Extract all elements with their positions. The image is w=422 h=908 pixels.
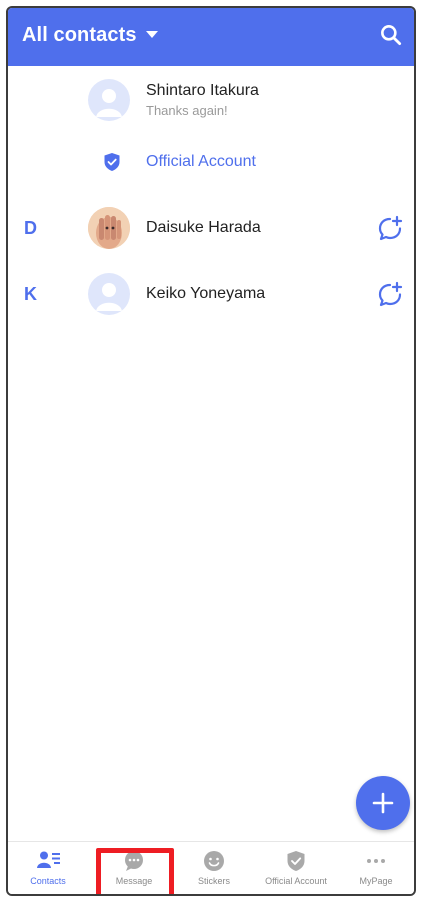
contacts-icon	[37, 851, 60, 868]
tab-label: Stickers	[197, 876, 230, 886]
avatar	[88, 273, 130, 315]
bottom-tab-bar: Contacts Message Stickers Official Accou…	[8, 841, 414, 894]
chat-add-icon[interactable]	[376, 215, 404, 243]
sticker-icon	[204, 851, 224, 871]
contact-status: Thanks again!	[146, 103, 228, 118]
contact-row-shintaro[interactable]: Shintaro Itakura Thanks again!	[8, 70, 414, 130]
chat-add-icon[interactable]	[376, 281, 404, 309]
tab-label: Official Account	[265, 876, 327, 886]
index-letter: D	[24, 218, 37, 238]
tab-stickers[interactable]: Stickers	[174, 842, 254, 894]
add-button[interactable]	[356, 776, 410, 830]
contact-row-keiko[interactable]: K Keiko Yoneyama	[8, 264, 414, 324]
tab-label: MyPage	[359, 876, 393, 886]
official-account-label: Official Account	[146, 153, 256, 170]
contact-name: Shintaro Itakura	[146, 82, 259, 99]
default-avatar-icon	[96, 89, 122, 117]
tab-contacts[interactable]: Contacts	[10, 842, 86, 894]
chevron-down-icon[interactable]	[146, 31, 158, 38]
contact-name: Keiko Yoneyama	[146, 285, 266, 302]
avatar	[88, 79, 130, 121]
contacts-filter-dropdown[interactable]: All contacts	[22, 24, 137, 47]
app-frame: All contacts Shintaro Itakura Thanks aga…	[6, 6, 416, 896]
index-letter: K	[24, 284, 37, 304]
app-bar: All contacts	[8, 8, 414, 66]
default-avatar-icon	[96, 283, 122, 311]
search-icon[interactable]	[378, 22, 404, 48]
shield-icon	[287, 851, 305, 871]
contact-name: Daisuke Harada	[146, 219, 261, 236]
more-icon	[367, 859, 385, 863]
tab-official-account[interactable]: Official Account	[254, 842, 338, 894]
message-tab-highlight	[96, 848, 174, 894]
contact-row-daisuke[interactable]: D Daisuke Harada	[8, 198, 414, 258]
shield-icon	[104, 153, 120, 171]
avatar	[88, 207, 130, 249]
tab-mypage[interactable]: MyPage	[338, 842, 414, 894]
tab-label: Contacts	[30, 876, 66, 886]
official-account-row[interactable]: Official Account	[8, 136, 414, 186]
photo-avatar-icon	[88, 207, 130, 249]
plus-icon	[372, 792, 394, 814]
